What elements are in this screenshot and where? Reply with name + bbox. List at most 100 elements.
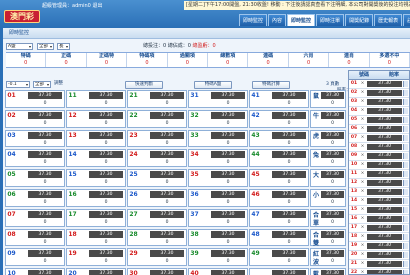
spinner-icon[interactable] xyxy=(403,144,408,150)
spinner-icon[interactable] xyxy=(403,126,408,132)
cell-odds[interactable]: 37.30 xyxy=(89,92,123,99)
number-cell[interactable]: 07 37.30 0 xyxy=(5,208,65,227)
odds-row-value[interactable]: 37.30 xyxy=(367,198,402,204)
number-cell[interactable]: 43 37.30 0 xyxy=(249,129,309,148)
range-select[interactable]: 全部 xyxy=(33,81,51,88)
category-item[interactable]: 正碼 0 xyxy=(46,53,87,67)
cell-odds[interactable]: 37.30 xyxy=(150,250,184,258)
odds-row[interactable]: 16 × 37.30 xyxy=(349,215,409,224)
category-item[interactable]: 正碼特 0 xyxy=(87,53,128,67)
number-cell[interactable]: 28 37.30 0 xyxy=(127,228,187,247)
cell-odds[interactable]: 37.30 xyxy=(89,190,123,198)
odds-row-value[interactable]: 37.30 xyxy=(367,225,402,231)
number-cell[interactable]: 31 37.30 0 xyxy=(188,90,248,108)
close-icon[interactable]: × xyxy=(359,125,366,133)
odds-row-value[interactable]: 37.30 xyxy=(367,234,402,240)
spinner-icon[interactable] xyxy=(403,243,408,249)
odds-row-value[interactable]: 37.30 xyxy=(367,99,402,105)
type-select[interactable]: 長 xyxy=(57,43,70,50)
category-item[interactable]: 連肖 0 xyxy=(329,53,370,67)
cell-odds[interactable]: 37.30 xyxy=(272,92,306,99)
number-cell[interactable]: 18 37.30 0 xyxy=(66,228,126,247)
number-cell[interactable]: 24 37.30 0 xyxy=(127,149,187,168)
number-cell[interactable]: 17 37.30 0 xyxy=(66,208,126,227)
odds-row-value[interactable]: 37.30 xyxy=(367,153,402,159)
cell-odds[interactable]: 37.30 xyxy=(272,270,306,275)
number-cell[interactable]: 44 37.30 0 xyxy=(249,149,309,168)
cell-odds[interactable]: 37.30 xyxy=(272,250,306,258)
zodiac-cell[interactable]: 大 37.30 0 xyxy=(310,169,346,187)
number-cell[interactable]: 47 37.30 0 xyxy=(249,208,309,227)
cell-odds[interactable]: 37.30 xyxy=(28,270,62,275)
odds-row[interactable]: 03 × 37.30 xyxy=(349,98,409,107)
cell-odds[interactable]: 37.30 xyxy=(89,151,123,159)
spinner-icon[interactable] xyxy=(403,108,408,114)
close-icon[interactable]: × xyxy=(359,215,366,223)
cell-odds[interactable]: 37.30 xyxy=(272,171,306,179)
cell-odds[interactable]: 37.30 xyxy=(150,190,184,198)
close-icon[interactable]: × xyxy=(359,188,366,196)
cell-odds[interactable]: 37.30 xyxy=(211,131,245,139)
spinner-icon[interactable] xyxy=(403,117,408,123)
cell-odds[interactable]: 37.30 xyxy=(211,92,245,99)
spinner-icon[interactable] xyxy=(403,198,408,204)
close-icon[interactable]: × xyxy=(359,143,366,151)
zodiac-odds[interactable]: 37.30 xyxy=(321,171,344,179)
cell-odds[interactable]: 37.30 xyxy=(211,210,245,218)
category-item[interactable]: 六肖 0 xyxy=(289,53,330,67)
zodiac-odds[interactable]: 37.30 xyxy=(321,270,344,275)
category-item[interactable]: 連碼 0 xyxy=(248,53,289,67)
number-cell[interactable]: 49 37.30 0 xyxy=(249,248,309,267)
close-icon[interactable]: × xyxy=(359,98,366,106)
odds-row[interactable]: 05 × 37.30 xyxy=(349,116,409,125)
odds-row-value[interactable]: 37.30 xyxy=(367,126,402,132)
odds-row-value[interactable]: 37.30 xyxy=(367,117,402,123)
odds-row[interactable]: 07 × 37.30 xyxy=(349,134,409,143)
close-icon[interactable]: × xyxy=(359,206,366,214)
cell-odds[interactable]: 37.30 xyxy=(150,92,184,99)
number-cell[interactable]: 36 37.30 0 xyxy=(188,188,248,207)
odds-row[interactable]: 19 × 37.30 xyxy=(349,242,409,251)
number-cell[interactable]: 35 37.30 0 xyxy=(188,169,248,187)
close-icon[interactable]: × xyxy=(359,179,366,187)
number-cell[interactable]: 16 37.30 0 xyxy=(66,188,126,207)
odds-row[interactable]: 11 × 37.30 xyxy=(349,170,409,179)
nav-tab[interactable]: 開獎紀錄 xyxy=(345,14,374,26)
admin-info[interactable]: 超級管理員：admin0 退出 xyxy=(42,2,102,9)
odds-row[interactable]: 18 × 37.30 xyxy=(349,233,409,242)
cell-odds[interactable]: 37.30 xyxy=(211,270,245,275)
close-icon[interactable]: × xyxy=(359,116,366,124)
zodiac-odds[interactable]: 37.30 xyxy=(321,230,344,238)
number-cell[interactable]: 09 37.30 0 xyxy=(5,248,65,267)
cell-odds[interactable]: 37.30 xyxy=(28,230,62,238)
odds-row[interactable]: 10 × 37.30 xyxy=(349,161,409,170)
odds-row-value[interactable]: 37.30 xyxy=(367,261,402,267)
cell-odds[interactable]: 37.30 xyxy=(272,190,306,198)
odds-row-value[interactable]: 37.30 xyxy=(367,189,402,195)
zodiac-cell[interactable]: 紅波 37.30 0 xyxy=(310,248,346,266)
number-cell[interactable]: 32 37.30 0 xyxy=(188,109,248,128)
nav-tab[interactable]: 註冊 xyxy=(403,14,410,26)
zodiac-cell[interactable]: 合雙 37.30 0 xyxy=(310,228,346,247)
number-cell[interactable]: 06 37.30 0 xyxy=(5,188,65,207)
spinner-icon[interactable] xyxy=(403,252,408,258)
adjust-label[interactable]: 調整 xyxy=(54,80,63,88)
odds-row[interactable]: 20 × 37.30 xyxy=(349,251,409,260)
nav-tab[interactable]: 歷史報表 xyxy=(374,14,403,26)
odds-row[interactable]: 06 × 37.30 xyxy=(349,125,409,134)
zodiac-cell[interactable]: 兔 37.30 0 xyxy=(310,149,346,168)
cell-odds[interactable]: 37.30 xyxy=(211,171,245,179)
cell-odds[interactable]: 37.30 xyxy=(28,151,62,159)
odds-row[interactable]: 04 × 37.30 xyxy=(349,107,409,116)
cell-odds[interactable]: 37.30 xyxy=(89,111,123,119)
number-cell[interactable]: 45 37.30 0 xyxy=(249,169,309,187)
cell-odds[interactable]: 37.30 xyxy=(211,250,245,258)
close-icon[interactable]: × xyxy=(359,224,366,232)
close-icon[interactable]: × xyxy=(359,107,366,115)
number-cell[interactable]: 08 37.30 0 xyxy=(5,228,65,247)
odds-row-value[interactable]: 37.30 xyxy=(367,108,402,114)
spinner-icon[interactable] xyxy=(403,225,408,231)
number-cell[interactable]: 2037.300 xyxy=(66,268,126,275)
number-cell[interactable]: 23 37.30 0 xyxy=(127,129,187,148)
number-cell[interactable]: 03 37.30 0 xyxy=(5,129,65,148)
